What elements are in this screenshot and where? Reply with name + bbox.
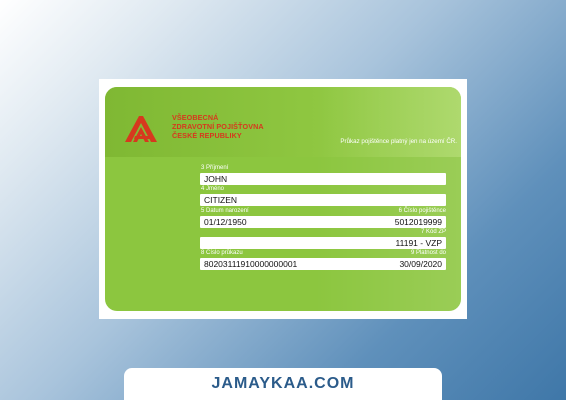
insured-number-label: 6 Číslo pojištěnce xyxy=(398,208,446,214)
surname-field: JOHN xyxy=(200,173,446,185)
surname-label: 3 Příjmení xyxy=(201,165,229,171)
birth-and-insured-number-field: 01/12/1950 5012019999 xyxy=(200,216,446,228)
insurer-name-line-1: VŠEOBECNÁ xyxy=(172,113,219,122)
insurer-name-line-2: ZDRAVOTNÍ POJIŠŤOVNA xyxy=(172,122,264,131)
vzp-logo-icon xyxy=(125,116,157,142)
given-name-field: CITIZEN xyxy=(200,194,446,206)
card-number-label: 8 Číslo průkazu xyxy=(201,250,243,256)
card-number-and-validity-field: 80203111910000000001 30/09/2020 xyxy=(200,258,446,270)
validity-notice: Průkaz pojištěnce platný jen na území ČR… xyxy=(340,138,457,145)
validity-label: 9 Platnost do xyxy=(410,250,446,256)
insurer-code-value: 11191 - VZP xyxy=(395,238,442,248)
validity-value: 30/09/2020 xyxy=(399,259,442,269)
card-number-value: 80203111910000000001 xyxy=(204,259,298,269)
surname-value: JOHN xyxy=(204,174,228,184)
birth-date-label: 5 Datum narození xyxy=(201,208,249,214)
insurance-card: VŠEOBECNÁ ZDRAVOTNÍ POJIŠŤOVNA ČESKÉ REP… xyxy=(105,87,461,311)
insurer-name-line-3: ČESKÉ REPUBLIKY xyxy=(172,131,242,140)
birth-date-value: 01/12/1950 xyxy=(204,217,247,227)
given-name-value: CITIZEN xyxy=(204,195,238,205)
site-banner-text: JAMAYKAA.COM xyxy=(211,375,355,392)
insurer-code-label: 7 Kód ZP xyxy=(420,229,446,235)
insurer-name: VŠEOBECNÁ ZDRAVOTNÍ POJIŠŤOVNA ČESKÉ REP… xyxy=(172,113,264,140)
insured-number-value: 5012019999 xyxy=(394,217,442,227)
site-banner: JAMAYKAA.COM xyxy=(124,368,442,400)
given-name-label: 4 Jméno xyxy=(201,186,225,192)
insurer-code-field: 11191 - VZP xyxy=(200,237,446,249)
